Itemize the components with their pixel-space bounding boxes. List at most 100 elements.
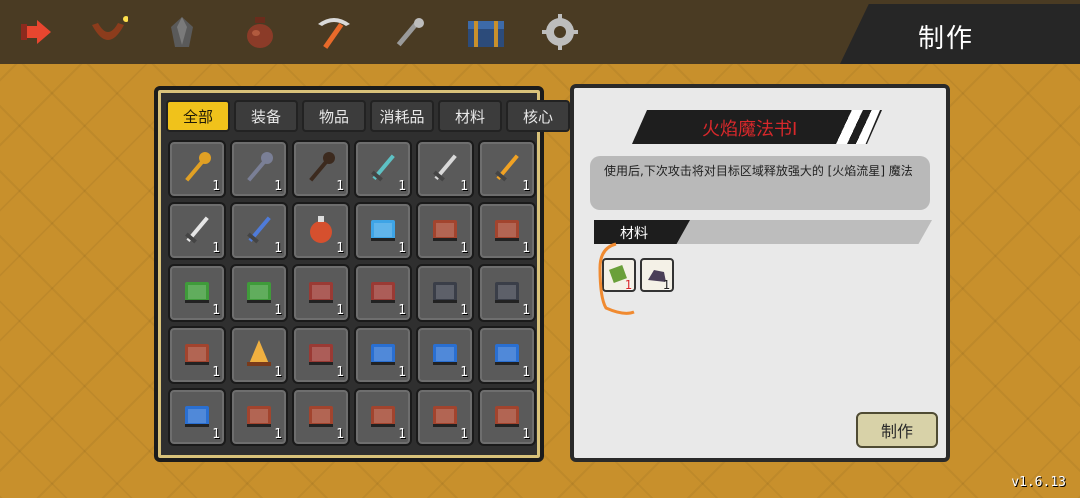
item-detail-panel: 火焰魔法书I 使用后,下次攻击将对目标区域释放强大的 [火焰流星] 魔法 材料 … bbox=[570, 84, 950, 462]
item-count: 1 bbox=[212, 365, 220, 380]
item-count: 1 bbox=[522, 179, 530, 194]
inventory-slot[interactable]: 1 bbox=[168, 202, 226, 260]
potion-icon bbox=[310, 216, 332, 243]
green-book-icon bbox=[247, 282, 271, 303]
version-label: v1.6.13 bbox=[1011, 475, 1066, 490]
inventory-slot[interactable]: 1 bbox=[292, 264, 350, 322]
chest-icon[interactable] bbox=[464, 12, 508, 52]
inventory-slot[interactable]: 1 bbox=[478, 202, 536, 260]
materials-section-tag: 材料 bbox=[594, 220, 690, 244]
dagger-icon bbox=[371, 154, 395, 182]
inventory-slot[interactable]: 1 bbox=[416, 326, 474, 384]
inventory-slot[interactable]: 1 bbox=[354, 388, 412, 446]
item-count: 1 bbox=[212, 427, 220, 442]
material-slot-1[interactable]: 1 bbox=[602, 258, 636, 292]
material-count-1: 1 bbox=[624, 278, 632, 292]
red-scroll-book-icon bbox=[433, 220, 457, 241]
inventory-slot[interactable]: 1 bbox=[168, 264, 226, 322]
inventory-slot[interactable]: 1 bbox=[230, 326, 288, 384]
inventory-slot[interactable]: 1 bbox=[168, 140, 226, 198]
pot-icon[interactable] bbox=[238, 12, 282, 52]
settings-gear-icon[interactable] bbox=[538, 12, 582, 52]
item-count: 1 bbox=[398, 241, 406, 256]
inventory-slot[interactable]: 1 bbox=[230, 388, 288, 446]
blue-skill-book-icon bbox=[495, 344, 519, 365]
inventory-slot[interactable]: 1 bbox=[478, 264, 536, 322]
red-scroll-book-icon bbox=[495, 220, 519, 241]
item-count: 1 bbox=[212, 303, 220, 318]
tab-0[interactable]: 全部 bbox=[166, 100, 230, 132]
inventory-slot[interactable]: 1 bbox=[354, 202, 412, 260]
inventory-slot[interactable]: 1 bbox=[416, 388, 474, 446]
inventory-slot[interactable]: 1 bbox=[230, 140, 288, 198]
tab-3[interactable]: 消耗品 bbox=[370, 100, 434, 132]
blue-hilt-sword-icon bbox=[247, 216, 271, 244]
blue-skill-book-icon bbox=[185, 406, 209, 427]
item-count: 1 bbox=[336, 427, 344, 442]
wooden-staff-icon bbox=[309, 152, 335, 182]
blue-skill-book-icon bbox=[433, 344, 457, 365]
craft-button[interactable]: 制作 bbox=[856, 412, 938, 448]
inventory-slot[interactable]: 1 bbox=[478, 326, 536, 384]
item-count: 1 bbox=[460, 179, 468, 194]
page-title-tag: 制作 bbox=[840, 4, 1080, 64]
item-count: 1 bbox=[274, 365, 282, 380]
item-count: 1 bbox=[336, 241, 344, 256]
inventory-slot[interactable]: 1 bbox=[416, 264, 474, 322]
inventory-grid: 1 1 1 1 1 1 1 1 1 1 1 1 1 1 1 1 1 1 1 1 1 1 1 1 1 1 1 1 1 1 bbox=[168, 140, 536, 446]
red-scroll-book-icon bbox=[495, 406, 519, 427]
blue-skill-book-icon bbox=[371, 344, 395, 365]
item-count: 1 bbox=[460, 427, 468, 442]
iron-hammer-staff-icon bbox=[247, 152, 273, 182]
material-slot-2[interactable]: 1 bbox=[640, 258, 674, 292]
sword-icon bbox=[433, 154, 457, 182]
inventory-slot[interactable]: 1 bbox=[168, 388, 226, 446]
item-count: 1 bbox=[460, 241, 468, 256]
inventory-slot[interactable]: 1 bbox=[230, 264, 288, 322]
inventory-slot[interactable]: 1 bbox=[292, 326, 350, 384]
tab-1[interactable]: 装备 bbox=[234, 100, 298, 132]
tab-2[interactable]: 物品 bbox=[302, 100, 366, 132]
fishing-rod-icon[interactable] bbox=[388, 12, 432, 52]
item-count: 1 bbox=[336, 179, 344, 194]
tab-4[interactable]: 材料 bbox=[438, 100, 502, 132]
item-count: 1 bbox=[522, 427, 530, 442]
tab-5[interactable]: 核心 bbox=[506, 100, 570, 132]
inventory-slot[interactable]: 1 bbox=[478, 140, 536, 198]
item-count: 1 bbox=[274, 427, 282, 442]
inventory-slot[interactable]: 1 bbox=[230, 202, 288, 260]
red-scroll-book-icon bbox=[247, 406, 271, 427]
inventory-slot[interactable]: 1 bbox=[354, 326, 412, 384]
inventory-slot[interactable]: 1 bbox=[416, 202, 474, 260]
item-count: 1 bbox=[522, 365, 530, 380]
red-book-icon bbox=[309, 282, 333, 303]
item-count: 1 bbox=[460, 365, 468, 380]
inventory-slot[interactable]: 1 bbox=[478, 388, 536, 446]
item-count: 1 bbox=[398, 427, 406, 442]
flame-sword-icon bbox=[495, 154, 519, 182]
gem-icon[interactable] bbox=[160, 12, 204, 52]
materials-label: 材料 bbox=[620, 226, 648, 242]
green-book-icon bbox=[185, 282, 209, 303]
red-scroll-book-icon bbox=[309, 406, 333, 427]
item-count: 1 bbox=[274, 241, 282, 256]
inventory-slot[interactable]: 1 bbox=[292, 202, 350, 260]
inventory-tabs: 全部 装备 物品 消耗品 材料 核心 bbox=[166, 100, 570, 132]
inventory-slot[interactable]: 1 bbox=[416, 140, 474, 198]
item-count: 1 bbox=[522, 303, 530, 318]
inventory-slot[interactable]: 1 bbox=[354, 140, 412, 198]
item-description: 使用后,下次攻击将对目标区域释放强大的 [火焰流星] 魔法 bbox=[590, 156, 930, 210]
bag-icon[interactable] bbox=[86, 12, 130, 52]
pickaxe-icon[interactable] bbox=[312, 12, 356, 52]
item-count: 1 bbox=[398, 303, 406, 318]
inventory-slot[interactable]: 1 bbox=[292, 388, 350, 446]
red-book-icon bbox=[371, 282, 395, 303]
dark-book-icon bbox=[495, 282, 519, 303]
back-arrow-icon[interactable] bbox=[14, 12, 58, 52]
inventory-slot[interactable]: 1 bbox=[168, 326, 226, 384]
inventory-slot[interactable]: 1 bbox=[354, 264, 412, 322]
item-name: 火焰魔法书I bbox=[702, 119, 798, 140]
inventory-slot[interactable]: 1 bbox=[292, 140, 350, 198]
material-count-2: 1 bbox=[662, 278, 670, 292]
red-scroll-book-icon bbox=[185, 344, 209, 365]
